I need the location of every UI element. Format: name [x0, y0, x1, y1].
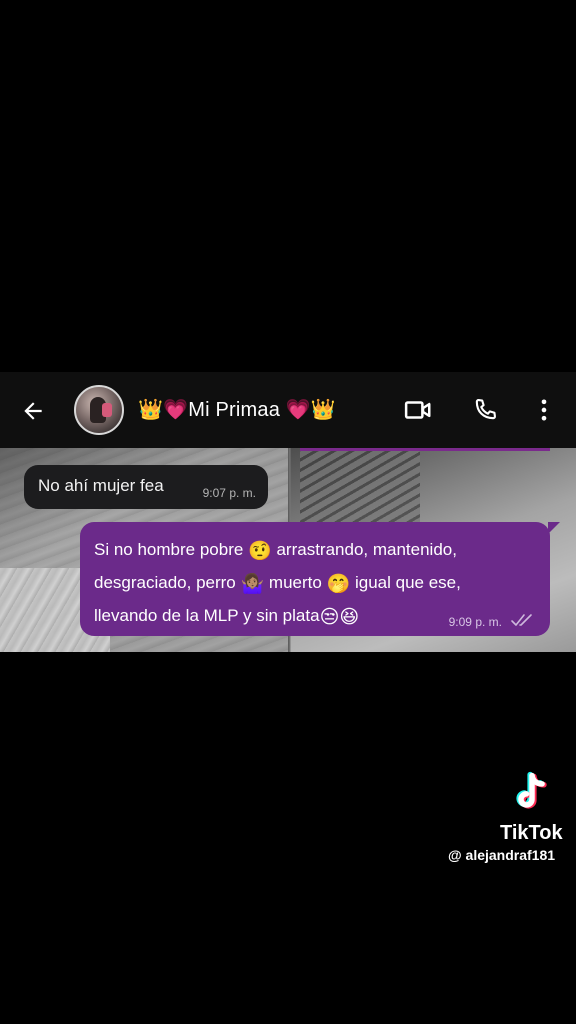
- message-fragment: igual que ese,: [354, 573, 461, 592]
- message-line: desgraciado, perro 🤷🏽‍♀️ muerto 🤭 igual …: [94, 567, 542, 600]
- message-fragment: arrastrando, mantenido,: [276, 540, 457, 559]
- raised-eyebrow-emoji: 🤨: [248, 540, 272, 562]
- more-options-button[interactable]: [528, 394, 560, 426]
- previous-bubble-edge: [300, 448, 550, 451]
- message-fragment: llevando de la MLP y sin plata: [94, 606, 320, 625]
- tiktok-note-icon: [516, 771, 547, 809]
- incoming-message-bubble[interactable]: No ahí mujer fea 9:07 p. m.: [24, 465, 268, 509]
- contact-name[interactable]: 👑💗Mi Primaa 💗👑: [138, 397, 336, 422]
- hand-over-mouth-emoji: 🤭: [326, 573, 351, 595]
- more-vertical-icon: [541, 399, 547, 421]
- unamused-laughing-emoji: 😒😆: [319, 606, 360, 628]
- message-fragment: Si no hombre pobre: [94, 540, 244, 559]
- message-time: 9:07 p. m.: [202, 486, 256, 500]
- message-fragment: muerto: [268, 573, 322, 592]
- bubble-tail: [548, 522, 560, 534]
- back-button[interactable]: [18, 396, 48, 426]
- phone-icon: [475, 399, 496, 420]
- avatar-accent: [102, 403, 112, 417]
- voice-call-button[interactable]: [469, 394, 501, 426]
- double-check-icon: [511, 614, 532, 626]
- message-text: No ahí mujer fea: [38, 476, 164, 495]
- tiktok-brand-text: TikTok: [500, 822, 563, 844]
- shrug-emoji: 🤷🏽‍♀️: [240, 573, 265, 595]
- message-time: 9:09 p. m.: [448, 615, 502, 629]
- chat-area[interactable]: No ahí mujer fea 9:07 p. m. Si no hombre…: [0, 448, 576, 652]
- message-line: Si no hombre pobre 🤨 arrastrando, manten…: [94, 534, 542, 567]
- video-camera-icon: [404, 401, 431, 419]
- message-fragment: desgraciado, perro: [94, 573, 236, 592]
- tiktok-username: @ alejandraf181: [448, 847, 556, 863]
- tiktok-watermark: TikTok @ alejandraf181: [440, 770, 576, 870]
- screen: 👑💗Mi Primaa 💗👑 No ahí mujer fea 9:07 p. …: [0, 0, 576, 1024]
- arrow-left-icon: [24, 402, 42, 420]
- video-call-button[interactable]: [402, 394, 434, 426]
- chat-header: 👑💗Mi Primaa 💗👑: [0, 372, 576, 448]
- outgoing-message-bubble[interactable]: Si no hombre pobre 🤨 arrastrando, manten…: [80, 522, 560, 636]
- avatar[interactable]: [74, 385, 124, 435]
